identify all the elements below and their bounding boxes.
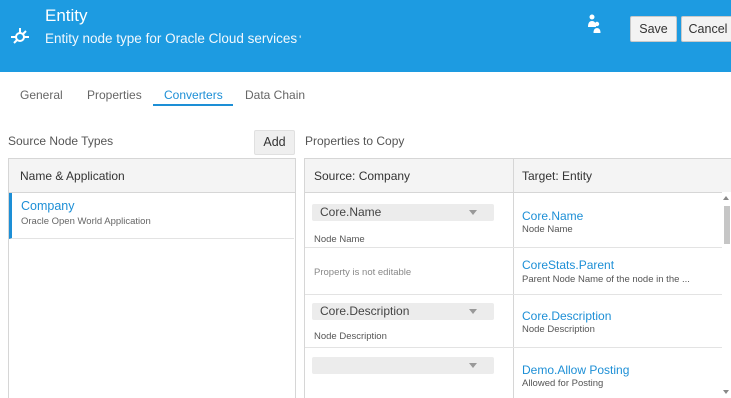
target-column-header: Target: Entity: [522, 169, 593, 183]
source-description: Node Name: [314, 234, 365, 245]
target-description: Node Name: [522, 224, 573, 235]
table-row: Core.Name Node Name Core.Name Node Name: [305, 194, 723, 248]
table-row: Core.Description Node Description Core.D…: [305, 296, 723, 348]
node-application: Oracle Open World Application: [21, 216, 151, 227]
properties-to-copy-label: Properties to Copy: [305, 134, 405, 148]
target-property-link[interactable]: Demo.Allow Posting: [522, 363, 629, 377]
scroll-thumb[interactable]: [724, 206, 730, 244]
tab-converters[interactable]: Converters: [164, 88, 223, 102]
target-property-link[interactable]: CoreStats.Parent: [522, 258, 614, 272]
people-icon[interactable]: [586, 13, 602, 35]
cancel-button[interactable]: Cancel: [681, 16, 731, 42]
active-tab-indicator: [153, 104, 233, 106]
source-column-header: Source: Company: [314, 169, 411, 183]
properties-grid: Source: Company Target: Entity Core.Name…: [304, 158, 731, 398]
scroll-up-icon[interactable]: [723, 196, 729, 200]
source-property-select[interactable]: Core.Description: [312, 303, 494, 320]
chevron-down-icon: [469, 210, 477, 215]
target-property-link[interactable]: Core.Name: [522, 209, 583, 223]
source-property-select[interactable]: [312, 357, 494, 374]
subtitle-mark: ': [299, 34, 302, 46]
target-description: Allowed for Posting: [522, 378, 604, 389]
page-subtitle: Entity node type for Oracle Cloud servic…: [45, 31, 301, 46]
header-bar: Entity Entity node type for Oracle Cloud…: [0, 0, 731, 72]
name-application-header: Name & Application: [9, 159, 295, 193]
page-title: Entity: [45, 6, 88, 25]
page-subtitle-text: Entity node type for Oracle Cloud servic…: [45, 31, 298, 46]
source-node-types-list: Name & Application Company Oracle Open W…: [8, 158, 296, 398]
not-editable-note: Property is not editable: [314, 267, 412, 278]
target-description: Parent Node Name of the node in the ...: [522, 274, 690, 285]
source-node-types-label: Source Node Types: [8, 134, 114, 148]
select-value: Core.Description: [320, 304, 410, 318]
chevron-down-icon: [469, 363, 477, 368]
chevron-down-icon: [469, 309, 477, 314]
list-item[interactable]: Company Oracle Open World Application: [9, 193, 294, 239]
select-value: Core.Name: [320, 205, 382, 219]
scroll-down-icon[interactable]: [723, 390, 729, 394]
tab-general[interactable]: General: [20, 88, 63, 102]
target-property-link[interactable]: Core.Description: [522, 309, 611, 323]
tab-bar: General Properties Converters Data Chain: [0, 84, 731, 108]
node-name: Company: [21, 199, 75, 213]
grid-header: Source: Company Target: Entity: [305, 159, 731, 193]
tab-data-chain[interactable]: Data Chain: [245, 88, 305, 102]
save-button[interactable]: Save: [630, 16, 677, 42]
table-row: Demo.Allow Posting Allowed for Posting: [305, 349, 723, 398]
tab-properties[interactable]: Properties: [87, 88, 142, 102]
source-description: Node Description: [314, 331, 387, 342]
source-property-select[interactable]: Core.Name: [312, 204, 494, 221]
node-type-icon: [11, 28, 29, 44]
target-description: Node Description: [522, 324, 595, 335]
add-button[interactable]: Add: [254, 130, 295, 155]
grid-scrollbar[interactable]: [722, 192, 731, 398]
table-row: Property is not editable CoreStats.Paren…: [305, 249, 723, 295]
